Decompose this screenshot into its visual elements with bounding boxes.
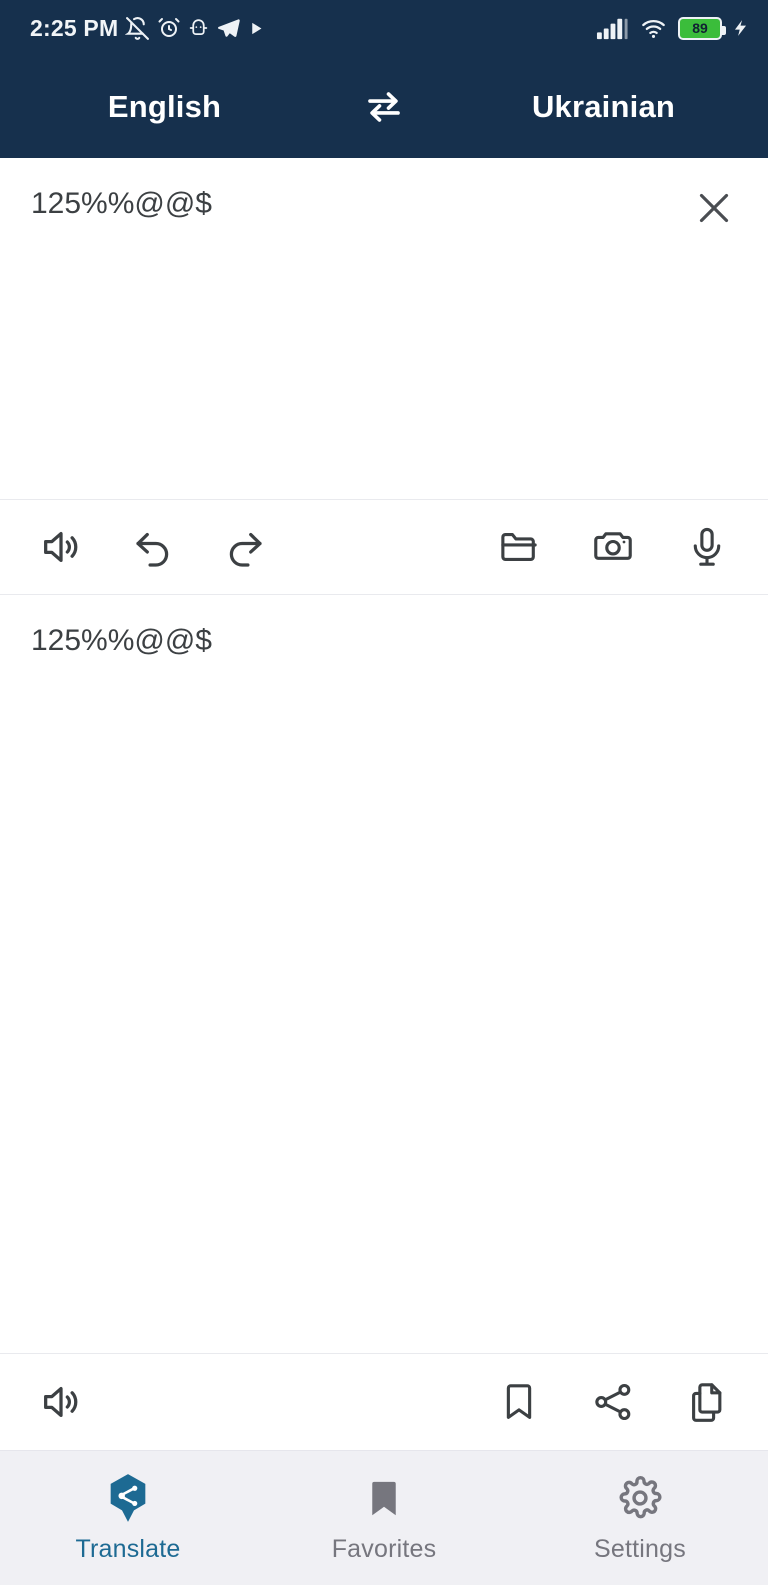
source-toolbar-right [456, 516, 738, 578]
result-toolbar-left [30, 1371, 122, 1433]
speaker-icon [44, 531, 78, 563]
source-text-input[interactable]: 125%%@@$ [31, 184, 668, 225]
battery-icon: 89 [678, 16, 726, 40]
share-button[interactable] [582, 1371, 644, 1433]
gear-icon [617, 1472, 663, 1524]
charging-bolt-icon [731, 16, 750, 40]
translate-badge-icon [103, 1472, 153, 1524]
result-toolbar [0, 1354, 768, 1450]
bottom-navigation-bar: Translate Favorites Settings [0, 1450, 768, 1585]
clear-source-button[interactable] [686, 180, 742, 236]
source-language-button[interactable]: English [0, 89, 329, 125]
copy-icon [692, 1383, 722, 1422]
speak-source-button[interactable] [30, 516, 92, 578]
swap-horizontal-icon [368, 92, 400, 122]
status-bar: 2:25 PM 89 [0, 0, 768, 56]
share-icon [595, 1383, 631, 1421]
nav-label-settings: Settings [594, 1535, 686, 1563]
speaker-icon [44, 1386, 78, 1418]
translated-text: 125%%@@$ [31, 624, 212, 657]
wifi-icon [638, 16, 669, 41]
undo-button[interactable] [122, 516, 184, 578]
close-icon [699, 193, 729, 223]
nav-item-translate[interactable]: Translate [0, 1472, 256, 1564]
bookmark-icon [506, 1384, 532, 1419]
play-icon [248, 20, 265, 37]
status-bar-right: 89 [596, 16, 750, 41]
result-toolbar-right [456, 1371, 738, 1433]
nav-item-favorites[interactable]: Favorites [256, 1472, 512, 1564]
translator-app-screen: 2:25 PM 89 English Ukrainian 125%%@@$ 12… [0, 0, 768, 1585]
camera-icon [594, 532, 632, 560]
result-text-panel[interactable]: 125%%@@$ [0, 595, 768, 1354]
source-toolbar [0, 500, 768, 595]
nav-item-settings[interactable]: Settings [512, 1472, 768, 1564]
speak-result-button[interactable] [30, 1371, 92, 1433]
signal-icon [596, 16, 629, 41]
language-header-bar: English Ukrainian [0, 56, 768, 158]
swap-languages-button[interactable] [329, 86, 439, 128]
folder-icon [501, 532, 537, 562]
telegram-icon [216, 16, 241, 41]
target-language-button[interactable]: Ukrainian [439, 89, 768, 125]
copy-button[interactable] [676, 1371, 738, 1433]
undo-icon [136, 532, 169, 567]
nav-label-favorites: Favorites [331, 1535, 437, 1563]
nav-label-translate: Translate [75, 1535, 181, 1563]
status-bar-clock: 2:25 PM [30, 14, 119, 41]
status-bar-left: 2:25 PM [30, 15, 265, 42]
redo-icon [229, 532, 262, 567]
android-debug-icon [188, 17, 209, 39]
voice-input-button[interactable] [676, 516, 738, 578]
camera-button[interactable] [582, 516, 644, 578]
redo-button[interactable] [214, 516, 276, 578]
microphone-icon [693, 527, 721, 566]
source-text-panel[interactable]: 125%%@@$ [0, 158, 768, 500]
bookmark-button[interactable] [488, 1371, 550, 1433]
source-toolbar-left [30, 516, 306, 578]
battery-level-label: 89 [692, 20, 708, 36]
alarm-icon [157, 16, 181, 40]
bookmark-filled-icon [362, 1472, 406, 1524]
bell-off-icon [125, 16, 150, 41]
open-file-button[interactable] [488, 516, 550, 578]
